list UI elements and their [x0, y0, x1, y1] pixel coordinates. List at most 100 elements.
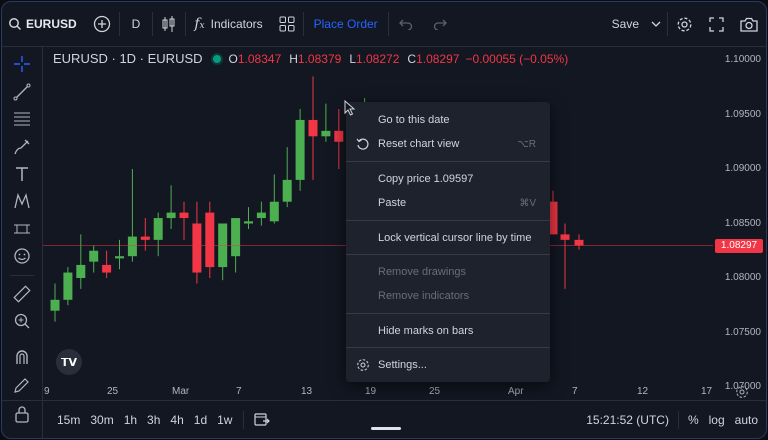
candle-body[interactable] [205, 212, 215, 268]
candle-body[interactable] [574, 239, 584, 246]
candle-body[interactable] [334, 130, 344, 142]
undo-button[interactable] [389, 2, 423, 46]
magnet-tool[interactable] [10, 346, 34, 368]
arrow-cursor-icon [344, 99, 356, 116]
save-dropdown-button[interactable] [645, 2, 667, 46]
settings-button[interactable] [668, 2, 701, 46]
trend-line-tool[interactable] [10, 81, 34, 103]
interval-button[interactable]: D [120, 2, 153, 46]
indicators-button[interactable]: fx Indicators [186, 2, 270, 46]
log-toggle[interactable]: log [704, 413, 730, 427]
chart-legend: EURUSD · 1D · EURUSD O 1.08347 H 1.08379 L… [53, 51, 568, 66]
menu-settings[interactable]: Settings... [346, 353, 550, 377]
redo-button[interactable] [423, 2, 457, 46]
menu-remove-drawings[interactable]: Remove drawings [346, 260, 550, 284]
range-button[interactable]: 1h [119, 413, 142, 427]
text-tool[interactable] [10, 163, 34, 185]
horizontal-lines-icon [14, 112, 30, 126]
projection-tool[interactable] [10, 218, 34, 240]
legend-open: 1.08347 [237, 51, 282, 66]
crosshair-tool[interactable] [10, 53, 34, 75]
candle-body[interactable] [560, 234, 570, 240]
undo-icon [398, 19, 412, 30]
menu-reset-shortcut: ⌥R [517, 138, 536, 150]
menu-reset-view[interactable]: Reset chart view ⌥R [346, 132, 550, 156]
candle-body[interactable] [153, 218, 163, 240]
menu-divider [346, 220, 550, 221]
range-buttons: 15m 30m 1h 3h 4h 1d 1w [2, 413, 237, 427]
candle-body[interactable] [295, 119, 305, 180]
candle-body[interactable] [179, 212, 189, 219]
search-icon [9, 18, 22, 31]
calendar-arrow-icon [254, 412, 271, 426]
menu-lock-cursor[interactable]: Lock vertical cursor line by time [346, 226, 550, 250]
tv-logo-icon: 𝗧𝗩 [60, 356, 78, 369]
save-button[interactable]: Save [606, 2, 645, 46]
snapshot-button[interactable] [732, 2, 766, 46]
zoom-tool[interactable] [10, 310, 34, 332]
clock-label[interactable]: 15:21:52 (UTC) [581, 413, 674, 427]
menu-paste[interactable]: Paste ⌘V [346, 191, 550, 215]
time-axis-label: Mar [172, 386, 190, 397]
price-axis-label: 1.09000 [724, 163, 761, 174]
range-button[interactable]: 1w [212, 413, 237, 427]
auto-toggle[interactable]: auto [730, 413, 766, 427]
market-status-dot[interactable] [212, 54, 221, 63]
candle-body[interactable] [50, 299, 60, 311]
tradingview-logo[interactable]: 𝗧𝗩 [56, 349, 82, 375]
legend-change: −0.00055 (−0.05%) [465, 51, 569, 66]
candle-body[interactable] [244, 221, 253, 224]
candle-body[interactable] [76, 264, 86, 278]
axis-settings-button[interactable] [735, 385, 749, 399]
candle-body[interactable] [63, 272, 73, 300]
candle-body[interactable] [102, 264, 112, 273]
place-order-button[interactable]: Place Order [304, 2, 388, 46]
fullscreen-button[interactable] [701, 2, 732, 46]
menu-remove-indicators[interactable]: Remove indicators [346, 284, 550, 308]
icons-tool[interactable] [10, 245, 34, 267]
time-axis-label: 7 [236, 386, 242, 397]
menu-go-to-date[interactable]: Go to this date [346, 108, 550, 132]
brush-tool[interactable] [10, 136, 34, 158]
drawing-toolbar [2, 47, 43, 438]
range-button[interactable]: 4h [165, 413, 188, 427]
candle-body[interactable] [115, 256, 124, 259]
lock-drawing-tool[interactable] [10, 374, 34, 396]
candle-body[interactable] [282, 179, 292, 202]
fib-tool[interactable] [10, 108, 34, 130]
measure-tool[interactable] [10, 283, 34, 305]
range-button[interactable]: 15m [52, 413, 85, 427]
candle-body[interactable] [166, 212, 176, 219]
menu-divider [346, 161, 550, 162]
mouse-cursor [344, 99, 356, 121]
candle-body[interactable] [127, 236, 137, 257]
ruler-lines-icon [14, 224, 30, 234]
range-button[interactable]: 30m [85, 413, 118, 427]
legend-low-label: L [349, 51, 356, 66]
candle-body[interactable] [321, 130, 331, 137]
compare-button[interactable] [85, 2, 119, 46]
candle-body[interactable] [192, 223, 202, 273]
symbol-search[interactable]: EURUSD [2, 2, 85, 46]
templates-button[interactable] [271, 2, 303, 46]
candle-body[interactable] [89, 250, 99, 262]
candle-body[interactable] [140, 236, 150, 240]
menu-copy-price[interactable]: Copy price 1.09597 [346, 167, 550, 191]
candle-body[interactable] [231, 218, 241, 257]
candle-body[interactable] [308, 119, 318, 137]
context-menu: Go to this date Reset chart view ⌥R Copy… [346, 102, 550, 382]
chart-type-button[interactable] [153, 2, 185, 46]
range-button[interactable]: 3h [142, 413, 165, 427]
bottom-divider [243, 411, 245, 429]
date-range-button[interactable] [250, 411, 274, 430]
camera-icon [740, 17, 758, 32]
candle-body[interactable] [218, 223, 228, 268]
menu-hide-marks[interactable]: Hide marks on bars [346, 319, 550, 343]
pattern-tool[interactable] [10, 190, 34, 212]
percent-toggle[interactable]: % [683, 413, 704, 427]
range-button[interactable]: 1d [189, 413, 212, 427]
candle-body[interactable] [256, 212, 266, 219]
gear-icon [736, 386, 748, 398]
candle-body[interactable] [269, 201, 279, 222]
chevron-down-icon [651, 21, 661, 27]
